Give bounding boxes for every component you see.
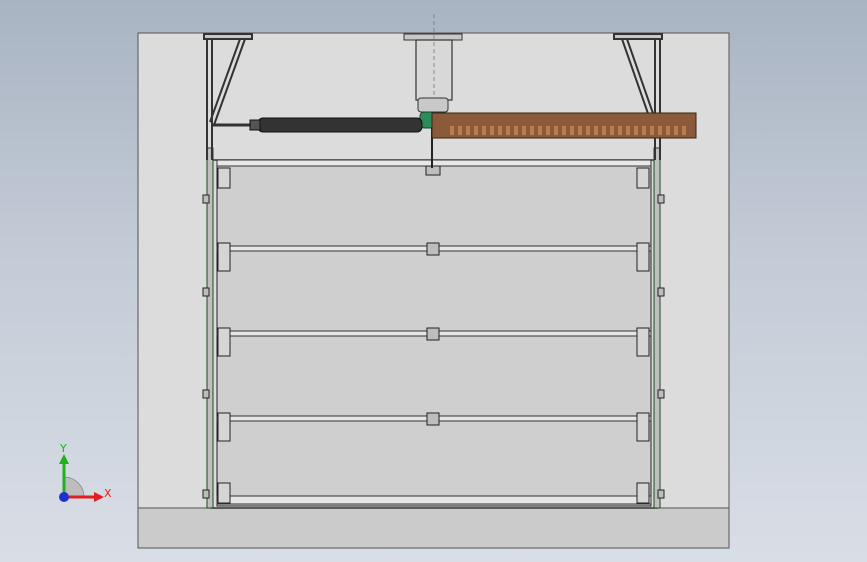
rail-slot xyxy=(514,126,518,135)
rail-slot xyxy=(586,126,590,135)
rail-slot xyxy=(522,126,526,135)
door-bottom-seal xyxy=(216,495,652,505)
y-axis-head xyxy=(59,454,69,464)
z-axis-dot xyxy=(59,492,69,502)
rail-slot xyxy=(650,126,654,135)
rail-slot xyxy=(554,126,558,135)
rail-slot xyxy=(530,126,534,135)
rail-slot xyxy=(626,126,630,135)
floor xyxy=(137,507,730,549)
rail-slot xyxy=(562,126,566,135)
rail-slot xyxy=(610,126,614,135)
garage-door-model[interactable] xyxy=(0,0,867,562)
door-top-rail xyxy=(216,159,652,167)
rail-slot xyxy=(506,126,510,135)
rail-slot xyxy=(538,126,542,135)
rail-slot xyxy=(482,126,486,135)
orientation-triad: Y X xyxy=(59,442,112,502)
rail-slot xyxy=(490,126,494,135)
rail-slot xyxy=(474,126,478,135)
rail-slot xyxy=(578,126,582,135)
rail-slot xyxy=(658,126,662,135)
x-axis-label: X xyxy=(104,487,112,500)
rail-slot xyxy=(546,126,550,135)
rail-slot xyxy=(666,126,670,135)
rail-slot xyxy=(570,126,574,135)
y-axis-label: Y xyxy=(59,442,67,455)
rail-slot xyxy=(634,126,638,135)
rail-slot xyxy=(618,126,622,135)
rail-slot xyxy=(458,126,462,135)
drive-rail xyxy=(431,112,697,139)
rail-slot xyxy=(674,126,678,135)
rail-slot xyxy=(466,126,470,135)
rail-slot xyxy=(498,126,502,135)
rail-slot xyxy=(450,126,454,135)
cad-viewport[interactable]: Y X xyxy=(0,0,867,562)
x-axis-head xyxy=(94,492,104,502)
rail-slot xyxy=(642,126,646,135)
rail-slot xyxy=(682,126,686,135)
rail-slot xyxy=(594,126,598,135)
rail-slot xyxy=(602,126,606,135)
